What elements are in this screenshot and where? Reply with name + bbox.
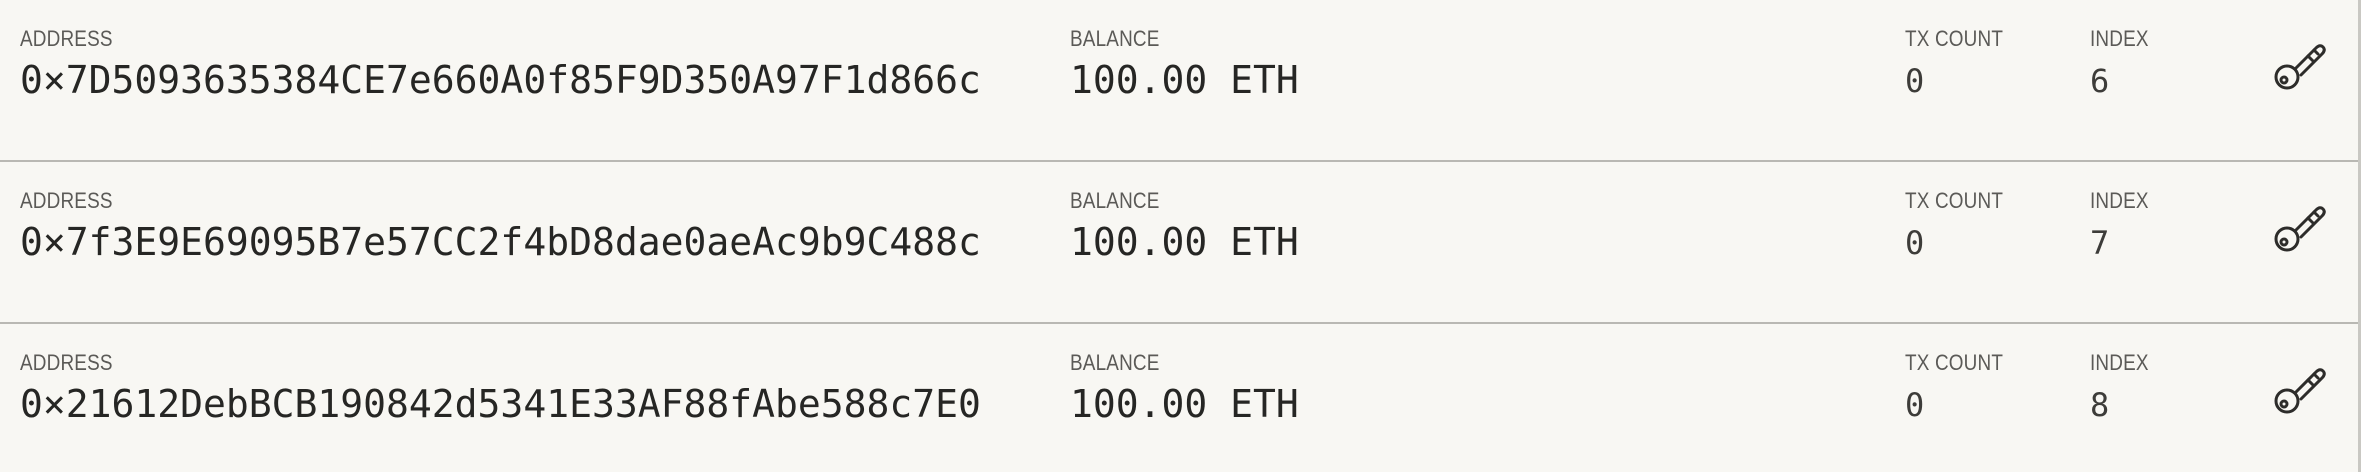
tx-count-label: TX COUNT — [1905, 188, 2004, 213]
key-icon — [2274, 368, 2326, 414]
key-icon — [2274, 206, 2326, 252]
tx-count-value: 0 — [1905, 386, 1925, 424]
accounts-list: ADDRESS 0×7D5093635384CE7e660A0f85F9D350… — [0, 0, 2361, 472]
address-label: ADDRESS — [20, 188, 113, 213]
balance-value: 100.00 ETH — [1070, 58, 1299, 102]
show-keys-button[interactable] — [2270, 196, 2330, 256]
account-row: ADDRESS 0×7D5093635384CE7e660A0f85F9D350… — [0, 0, 2358, 162]
tx-count-label: TX COUNT — [1905, 26, 2004, 51]
balance-label: BALANCE — [1070, 26, 1160, 51]
balance-value: 100.00 ETH — [1070, 382, 1299, 426]
show-keys-button[interactable] — [2270, 358, 2330, 418]
index-value: 6 — [2090, 62, 2110, 100]
tx-count-value: 0 — [1905, 62, 1925, 100]
address-value: 0×7f3E9E69095B7e57CC2f4bD8dae0aeAc9b9C48… — [20, 220, 981, 264]
index-value: 8 — [2090, 386, 2110, 424]
balance-label: BALANCE — [1070, 350, 1160, 375]
show-keys-button[interactable] — [2270, 34, 2330, 94]
balance-value: 100.00 ETH — [1070, 220, 1299, 264]
index-label: INDEX — [2090, 350, 2149, 375]
account-row: ADDRESS 0×7f3E9E69095B7e57CC2f4bD8dae0ae… — [0, 162, 2358, 324]
key-icon — [2274, 44, 2326, 90]
index-label: INDEX — [2090, 188, 2149, 213]
index-value: 7 — [2090, 224, 2110, 262]
address-label: ADDRESS — [20, 26, 113, 51]
balance-label: BALANCE — [1070, 188, 1160, 213]
address-value: 0×21612DebBCB190842d5341E33AF88fAbe588c7… — [20, 382, 981, 426]
tx-count-label: TX COUNT — [1905, 350, 2004, 375]
account-row: ADDRESS 0×21612DebBCB190842d5341E33AF88f… — [0, 324, 2358, 470]
index-label: INDEX — [2090, 26, 2149, 51]
tx-count-value: 0 — [1905, 224, 1925, 262]
address-label: ADDRESS — [20, 350, 113, 375]
address-value: 0×7D5093635384CE7e660A0f85F9D350A97F1d86… — [20, 58, 981, 102]
